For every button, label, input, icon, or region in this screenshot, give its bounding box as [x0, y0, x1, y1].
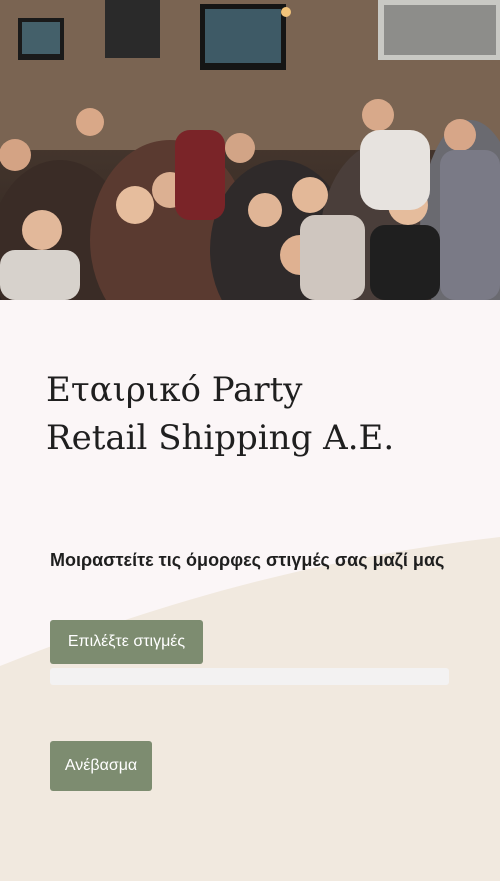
title-line-2: Retail Shipping A.E. — [46, 418, 395, 458]
title-line-1: Εταιρικό Party — [46, 370, 303, 410]
upload-prompt: Μοιραστείτε τις όμορφες στιγμές σας μαζί… — [50, 550, 445, 570]
select-moments-button[interactable]: Επιλέξτε στιγμές — [50, 620, 203, 664]
upload-progress-bar — [50, 668, 449, 685]
page-title: Εταιρικό Party Retail Shipping A.E. — [46, 366, 394, 462]
upload-button[interactable]: Ανέβασμα — [50, 741, 152, 791]
